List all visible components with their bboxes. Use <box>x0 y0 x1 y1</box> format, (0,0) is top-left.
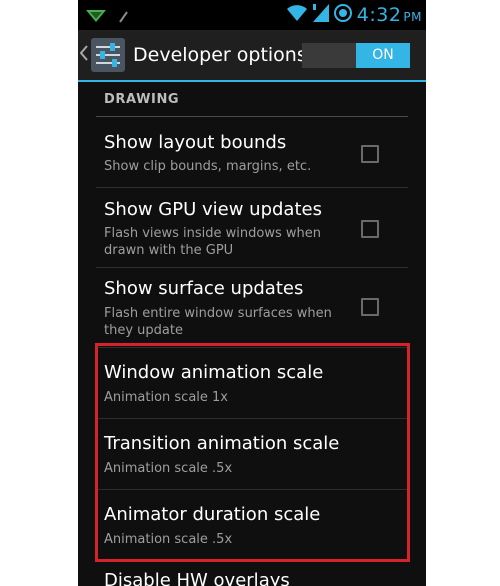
pref-show-layout-bounds[interactable]: Show layout bounds Show clip bounds, mar… <box>78 117 426 189</box>
action-bar: Developer options ON <box>78 30 426 82</box>
checkbox[interactable] <box>361 145 379 163</box>
clock: 4:32 PM <box>357 4 422 26</box>
switch-thumb: ON <box>356 43 410 68</box>
pref-summary: Flash entire window surfaces when they u… <box>104 306 332 338</box>
highlight-annotation-box <box>95 343 410 562</box>
pref-title: Show GPU view updates <box>104 199 322 220</box>
developer-options-switch[interactable]: ON <box>302 43 410 68</box>
pref-show-surface-updates[interactable]: Show surface updates Flash entire window… <box>78 268 426 348</box>
battery-icon <box>333 4 352 26</box>
pref-summary: Show clip bounds, margins, etc. <box>104 159 312 174</box>
checkbox[interactable] <box>361 220 379 238</box>
wifi-icon <box>286 4 308 26</box>
pref-show-gpu-view-updates[interactable]: Show GPU view updates Flash views inside… <box>78 188 426 268</box>
clock-time: 4:32 <box>356 4 402 26</box>
pref-title: Disable HW overlays <box>104 570 290 586</box>
settings-sliders-icon[interactable] <box>91 38 125 72</box>
pref-title: Show surface updates <box>104 278 304 299</box>
clock-ampm: PM <box>403 10 422 24</box>
pref-summary: Flash views inside windows when drawn wi… <box>104 226 321 258</box>
status-bar: 4:32 PM <box>78 0 426 30</box>
signal-icon <box>312 4 329 26</box>
checkbox[interactable] <box>361 298 379 316</box>
back-chevron-icon[interactable] <box>79 44 88 64</box>
section-header: DRAWING <box>104 92 180 107</box>
notification-sub-icon <box>118 8 128 27</box>
pref-title: Show layout bounds <box>104 132 287 153</box>
page-title: Developer options <box>133 44 307 66</box>
notification-app-icon <box>86 8 106 27</box>
pref-disable-hw-overlays[interactable]: Disable HW overlays <box>78 562 426 586</box>
status-icons: 4:32 PM <box>286 4 422 26</box>
